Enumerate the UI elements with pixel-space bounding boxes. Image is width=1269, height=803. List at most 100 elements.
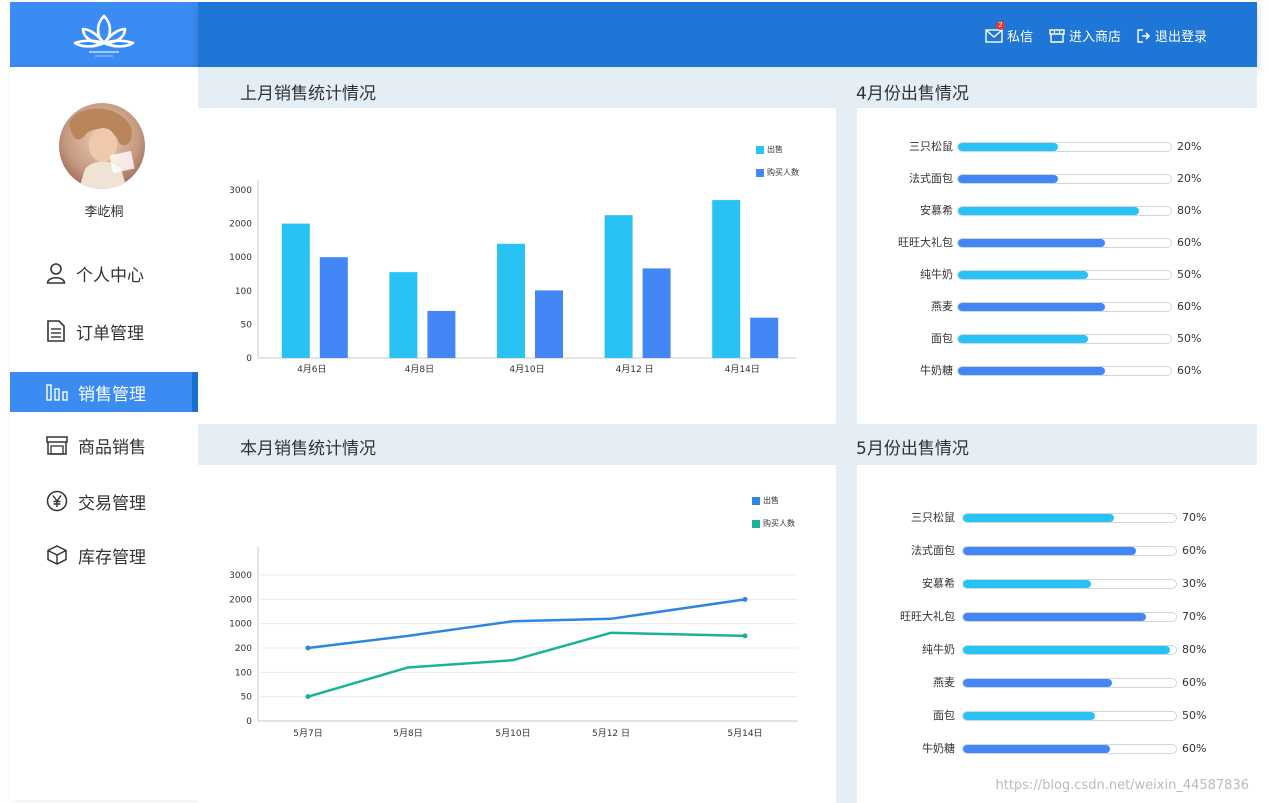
legend-label: 购买人数 — [767, 168, 799, 177]
x-tick-label: 5月8日 — [393, 728, 422, 739]
sidebar-item-inventory[interactable]: 库存管理 — [10, 535, 198, 575]
progress-percent: 60% — [1177, 236, 1202, 249]
bar-chart-icon — [46, 384, 68, 401]
progress-fill — [963, 646, 1170, 654]
series-line-1 — [307, 631, 746, 698]
sidebar-item-label: 订单管理 — [76, 323, 144, 344]
sidebar: 李屹桐 个人中心 订单管理 销售管理 商品销售 交易管理 库存管理 — [10, 67, 198, 800]
progress-percent: 50% — [1177, 268, 1202, 281]
sidebar-item-label: 销售管理 — [78, 384, 146, 405]
bar-1-2 — [535, 290, 563, 358]
y-tick-label: 1000 — [229, 620, 252, 630]
progress-row: 安慕希 80% — [857, 204, 1257, 218]
x-tick-label: 5月10日 — [495, 728, 530, 739]
product-name: 旺旺大礼包 — [900, 610, 955, 623]
y-tick-label: 3000 — [229, 186, 252, 196]
progress-fill — [963, 580, 1091, 588]
progress-fill — [963, 679, 1113, 687]
progress-row: 纯牛奶 50% — [857, 268, 1257, 282]
enter-store-link[interactable]: 进入商店 — [1049, 26, 1121, 45]
may-progress-panel: 三只松鼠 70% 法式面包 60% 安慕希 30% 旺旺大礼包 70% 纯牛奶 80% 燕麦 60% 面… — [857, 465, 1257, 803]
progress-fill — [963, 514, 1115, 522]
private-message-label: 私信 — [1006, 30, 1033, 45]
x-tick-label: 4月6日 — [297, 364, 326, 375]
user-name: 李屹桐 — [84, 205, 124, 220]
progress-track — [957, 174, 1172, 184]
private-message-link[interactable]: 2 私信 — [985, 21, 1033, 45]
sidebar-item-transactions[interactable]: 交易管理 — [10, 481, 198, 521]
progress-track — [962, 546, 1177, 556]
progress-row: 牛奶糖 60% — [857, 364, 1257, 378]
product-name: 牛奶糖 — [920, 364, 953, 377]
progress-row: 面包 50% — [857, 332, 1257, 346]
y-tick-label: 2000 — [229, 595, 252, 605]
product-name: 纯牛奶 — [920, 268, 953, 281]
progress-track — [957, 334, 1172, 344]
progress-percent: 50% — [1182, 709, 1207, 722]
progress-fill — [958, 143, 1059, 151]
bar-legend: 出售 购买人数 — [756, 138, 799, 184]
sidebar-item-product-sales[interactable]: 商品销售 — [10, 425, 198, 465]
bar-1-4 — [750, 317, 779, 358]
y-tick-label: 50 — [241, 693, 253, 703]
progress-percent: 30% — [1182, 577, 1207, 590]
product-name: 旺旺大礼包 — [898, 236, 953, 249]
sidebar-item-personal-center[interactable]: 个人中心 — [10, 253, 198, 293]
product-name: 燕麦 — [931, 300, 953, 313]
store-icon — [1049, 28, 1065, 43]
box-icon — [47, 545, 67, 565]
progress-track — [957, 238, 1172, 248]
progress-track — [962, 579, 1177, 589]
legend-item[interactable]: 购买人数 — [756, 161, 799, 184]
may-title: 5月份出售情况 — [856, 439, 969, 459]
legend-label: 出售 — [767, 145, 783, 154]
legend-item[interactable]: 购买人数 — [752, 512, 795, 535]
sidebar-item-orders[interactable]: 订单管理 — [10, 311, 198, 351]
y-tick-label: 200 — [235, 644, 252, 654]
last-month-chart-panel: 0 50 100 1000 2000 3000 4月6日 4月8日 4月10日 4月12 日 4月1… — [198, 108, 836, 424]
legend-item[interactable]: 出售 — [752, 489, 795, 512]
top-bar: 2 私信 进入商店 退出登录 — [198, 2, 1257, 67]
message-badge: 2 — [995, 21, 1005, 30]
sidebar-item-label: 个人中心 — [76, 265, 144, 286]
x-tick-label: 5月14日 — [727, 728, 762, 739]
progress-percent: 20% — [1177, 172, 1202, 185]
progress-percent: 60% — [1177, 300, 1202, 313]
progress-fill — [958, 271, 1088, 279]
sidebar-item-sales[interactable]: 销售管理 — [10, 372, 198, 412]
bar-1-3 — [642, 268, 671, 358]
legend-label: 购买人数 — [763, 519, 795, 528]
y-tick-label: 50 — [241, 320, 253, 330]
legend-label: 出售 — [763, 496, 779, 505]
x-tick-label: 5月12 日 — [592, 728, 630, 739]
progress-percent: 20% — [1177, 140, 1202, 153]
progress-fill — [963, 547, 1136, 555]
legend-swatch — [752, 519, 760, 528]
progress-row: 法式面包 60% — [857, 544, 1257, 558]
legend-swatch — [752, 496, 760, 505]
logo[interactable] — [10, 2, 198, 67]
progress-fill — [958, 335, 1088, 343]
progress-fill — [958, 207, 1140, 215]
product-name: 面包 — [931, 332, 953, 345]
line-chart: 0 50 100 200 1000 2000 3000 5月7日 5月8日 5月10日 5月12 日… — [229, 547, 798, 739]
y-tick-label: 2000 — [229, 220, 252, 230]
product-name: 安慕希 — [920, 204, 953, 217]
x-tick-label: 4月14日 — [725, 364, 760, 375]
bar-0-4 — [712, 200, 741, 358]
progress-track — [962, 513, 1177, 523]
progress-row: 三只松鼠 20% — [857, 140, 1257, 154]
progress-percent: 60% — [1182, 676, 1207, 689]
legend-item[interactable]: 出售 — [756, 138, 799, 161]
logout-link[interactable]: 退出登录 — [1137, 26, 1207, 45]
avatar[interactable] — [59, 103, 145, 189]
user-icon — [46, 263, 66, 284]
logout-icon — [1137, 28, 1151, 43]
last-month-title: 上月销售统计情况 — [240, 84, 376, 104]
product-name: 安慕希 — [922, 577, 955, 590]
progress-fill — [958, 367, 1105, 375]
main-content: 上月销售统计情况 4月份出售情况 0 50 100 1000 2000 3000 4月6日 4… — [198, 67, 1257, 803]
x-tick-label: 4月10日 — [509, 364, 544, 375]
product-name: 燕麦 — [933, 676, 955, 689]
this-month-title: 本月销售统计情况 — [240, 439, 376, 459]
